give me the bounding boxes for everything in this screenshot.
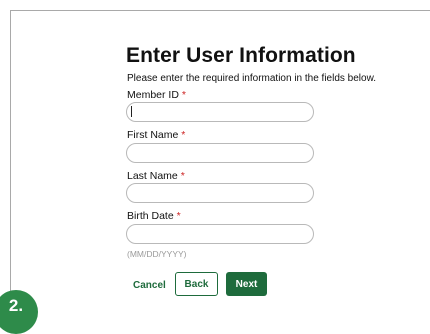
birth-date-label-text: Birth Date (127, 210, 174, 222)
last-name-label: Last Name * (127, 170, 185, 182)
required-marker: * (181, 129, 186, 141)
member-id-input[interactable] (126, 102, 314, 122)
text-cursor (131, 106, 132, 117)
member-id-label-text: Member ID (127, 89, 179, 101)
next-button[interactable]: Next (226, 272, 267, 296)
required-marker: * (181, 89, 186, 101)
cancel-button[interactable]: Cancel (133, 280, 166, 291)
birth-date-input[interactable] (126, 224, 314, 244)
required-marker: * (176, 210, 181, 222)
first-name-label-text: First Name (127, 129, 179, 141)
birth-date-format-hint: (MM/DD/YYYY) (127, 249, 187, 259)
member-id-label: Member ID * (127, 89, 186, 101)
required-marker: * (180, 170, 185, 182)
last-name-label-text: Last Name (127, 170, 178, 182)
page-title: Enter User Information (126, 44, 356, 67)
birth-date-label: Birth Date * (127, 210, 181, 222)
last-name-input[interactable] (126, 183, 314, 203)
form-instructions: Please enter the required information in… (127, 73, 377, 84)
first-name-label: First Name * (127, 129, 185, 141)
back-button[interactable]: Back (175, 272, 218, 296)
first-name-input[interactable] (126, 143, 314, 163)
step-number-badge: 2. (0, 290, 38, 334)
